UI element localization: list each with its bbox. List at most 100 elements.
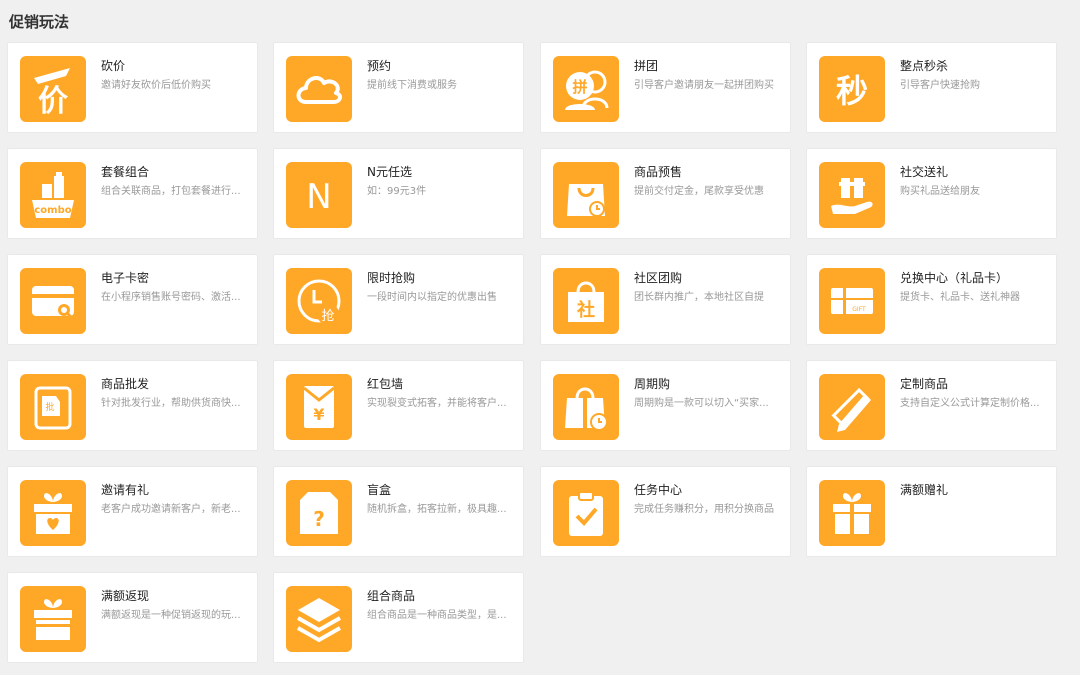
layers-icon xyxy=(286,586,352,652)
card-desc: 在小程序销售账号密码、激活... xyxy=(101,292,241,303)
bargain-icon: 价 xyxy=(20,56,86,122)
promo-card-flash-sale[interactable]: 秒 整点秒杀 引导客户快速抢购 xyxy=(806,42,1057,133)
card-name: 满额返现 xyxy=(101,589,150,603)
card-name: 定制商品 xyxy=(900,377,949,391)
clock-grab-icon: 抢 xyxy=(286,268,352,334)
promo-card-wholesale[interactable]: 批 商品批发 针对批发行业，帮助供货商快... xyxy=(7,360,258,451)
gift-card-icon: GIFT xyxy=(819,268,885,334)
n-letter-icon: N xyxy=(286,162,352,228)
card-name: 商品预售 xyxy=(634,165,683,179)
combo-icon: combo xyxy=(20,162,86,228)
card-desc: 提前线下消费或服务 xyxy=(367,80,457,91)
periodic-bag-icon xyxy=(553,374,619,440)
promo-card-task-center[interactable]: 任务中心 完成任务赚积分，用积分换商品 xyxy=(540,466,791,557)
community-bag-icon: 社 xyxy=(553,268,619,334)
invite-gift-icon xyxy=(20,480,86,546)
gift-hand-icon xyxy=(819,162,885,228)
card-name: N元任选 xyxy=(367,165,412,179)
svg-text:GIFT: GIFT xyxy=(852,306,866,313)
cloud-icon xyxy=(286,56,352,122)
promo-card-combo[interactable]: combo 套餐组合 组合关联商品，打包套餐进行... xyxy=(7,148,258,239)
card-name: 砍价 xyxy=(101,59,126,73)
card-desc: 提货卡、礼品卡、送礼神器 xyxy=(900,292,1020,303)
promo-card-bargain[interactable]: 价 砍价 邀请好友砍价后低价购买 xyxy=(7,42,258,133)
card-desc: 引导客户邀请朋友一起拼团购买 xyxy=(634,80,774,91)
blind-box-icon: ? xyxy=(286,480,352,546)
card-name: 满额赠礼 xyxy=(900,483,949,497)
card-desc: 随机拆盒，拓客拉新，极具趣... xyxy=(367,504,507,515)
page-title: 促销玩法 xyxy=(9,13,70,31)
card-desc: 购买礼品送给朋友 xyxy=(900,186,980,197)
card-desc: 如：99元3件 xyxy=(367,186,427,197)
promo-card-redeem-center[interactable]: GIFT 兑换中心（礼品卡） 提货卡、礼品卡、送礼神器 xyxy=(806,254,1057,345)
ruler-pencil-icon xyxy=(819,374,885,440)
card-desc: 提前交付定金，尾款享受优惠 xyxy=(634,186,764,197)
svg-text:¥: ¥ xyxy=(313,405,324,424)
card-desc: 一段时间内以指定的优惠出售 xyxy=(367,292,497,303)
card-name: 邀请有礼 xyxy=(101,483,150,497)
card-desc: 引导客户快速抢购 xyxy=(900,80,980,91)
card-name: 兑换中心（礼品卡） xyxy=(900,271,1009,285)
presale-bag-icon xyxy=(553,162,619,228)
card-name: 商品批发 xyxy=(101,377,150,391)
gift-box-icon xyxy=(819,480,885,546)
card-name: 周期购 xyxy=(634,377,671,391)
card-name: 整点秒杀 xyxy=(900,59,949,73)
card-desc: 周期购是一款可以切入“买家... xyxy=(634,398,769,409)
svg-text:秒: 秒 xyxy=(836,72,868,110)
svg-text:拼: 拼 xyxy=(572,78,587,96)
card-name: 预约 xyxy=(367,59,392,73)
cashback-gift-icon xyxy=(20,586,86,652)
promo-card-presale[interactable]: 商品预售 提前交付定金，尾款享受优惠 xyxy=(540,148,791,239)
card-desc: 满额返现是一种促销返现的玩... xyxy=(101,610,241,621)
card-desc: 团长群内推广，本地社区自提 xyxy=(634,292,764,303)
promo-card-social-gift[interactable]: 社交送礼 购买礼品送给朋友 xyxy=(806,148,1057,239)
card-name: 社交送礼 xyxy=(900,165,949,179)
card-name: 红包墙 xyxy=(367,377,404,391)
svg-text:combo: combo xyxy=(34,205,71,216)
promo-card-cashback[interactable]: 满额返现 满额返现是一种促销返现的玩... xyxy=(7,572,258,663)
promo-card-group-buy[interactable]: 拼 拼团 引导客户邀请朋友一起拼团购买 xyxy=(540,42,791,133)
card-desc: 老客户成功邀请新客户，新老... xyxy=(101,504,241,515)
card-name: 组合商品 xyxy=(367,589,416,603)
card-desc: 邀请好友砍价后低价购买 xyxy=(101,80,211,91)
card-name: 社区团购 xyxy=(634,271,683,285)
promo-card-limited-time[interactable]: 抢 限时抢购 一段时间内以指定的优惠出售 xyxy=(273,254,524,345)
promo-card-bundle-goods[interactable]: 组合商品 组合商品是一种商品类型，是... xyxy=(273,572,524,663)
card-name: 拼团 xyxy=(634,59,659,73)
promo-card-blind-box[interactable]: ? 盲盒 随机拆盒，拓客拉新，极具趣... xyxy=(273,466,524,557)
card-name: 任务中心 xyxy=(634,483,683,497)
promo-card-ecard[interactable]: 电子卡密 在小程序销售账号密码、激活... xyxy=(7,254,258,345)
promo-card-reservation[interactable]: 预约 提前线下消费或服务 xyxy=(273,42,524,133)
card-desc: 针对批发行业，帮助供货商快... xyxy=(101,398,241,409)
red-envelope-icon: ¥ xyxy=(286,374,352,440)
card-name: 盲盒 xyxy=(367,483,392,497)
card-name: 套餐组合 xyxy=(101,165,150,179)
card-desc: 组合商品是一种商品类型，是... xyxy=(367,610,507,621)
promo-card-periodic[interactable]: 周期购 周期购是一款可以切入“买家... xyxy=(540,360,791,451)
wholesale-icon: 批 xyxy=(20,374,86,440)
svg-text:批: 批 xyxy=(45,401,54,413)
card-desc: 支持自定义公式计算定制价格... xyxy=(900,398,1040,409)
promo-card-custom[interactable]: 定制商品 支持自定义公式计算定制价格... xyxy=(806,360,1057,451)
card-key-icon xyxy=(20,268,86,334)
card-desc: 实现裂变式拓客，并能将客户... xyxy=(367,398,507,409)
group-buy-icon: 拼 xyxy=(553,56,619,122)
promo-card-invite[interactable]: 邀请有礼 老客户成功邀请新客户，新老... xyxy=(7,466,258,557)
promotion-grid: 价 砍价 邀请好友砍价后低价购买 预约 提前线下消费或服务 拼 拼团 引导客户邀… xyxy=(7,42,1059,664)
card-name: 限时抢购 xyxy=(367,271,416,285)
promo-card-red-envelope[interactable]: ¥ 红包墙 实现裂变式拓客，并能将客户... xyxy=(273,360,524,451)
svg-text:社: 社 xyxy=(577,299,595,321)
svg-text:?: ? xyxy=(313,507,325,531)
promo-card-full-gift[interactable]: 满额赠礼 xyxy=(806,466,1057,557)
promo-card-n-yuan[interactable]: N N元任选 如：99元3件 xyxy=(273,148,524,239)
card-name: 电子卡密 xyxy=(101,271,150,285)
svg-text:价: 价 xyxy=(38,84,68,119)
card-desc: 组合关联商品，打包套餐进行... xyxy=(101,186,241,197)
svg-text:抢: 抢 xyxy=(321,308,334,324)
promo-card-community[interactable]: 社 社区团购 团长群内推广，本地社区自提 xyxy=(540,254,791,345)
flash-sale-icon: 秒 xyxy=(819,56,885,122)
card-desc: 完成任务赚积分，用积分换商品 xyxy=(634,504,774,515)
svg-text:N: N xyxy=(306,177,331,217)
task-clipboard-icon xyxy=(553,480,619,546)
